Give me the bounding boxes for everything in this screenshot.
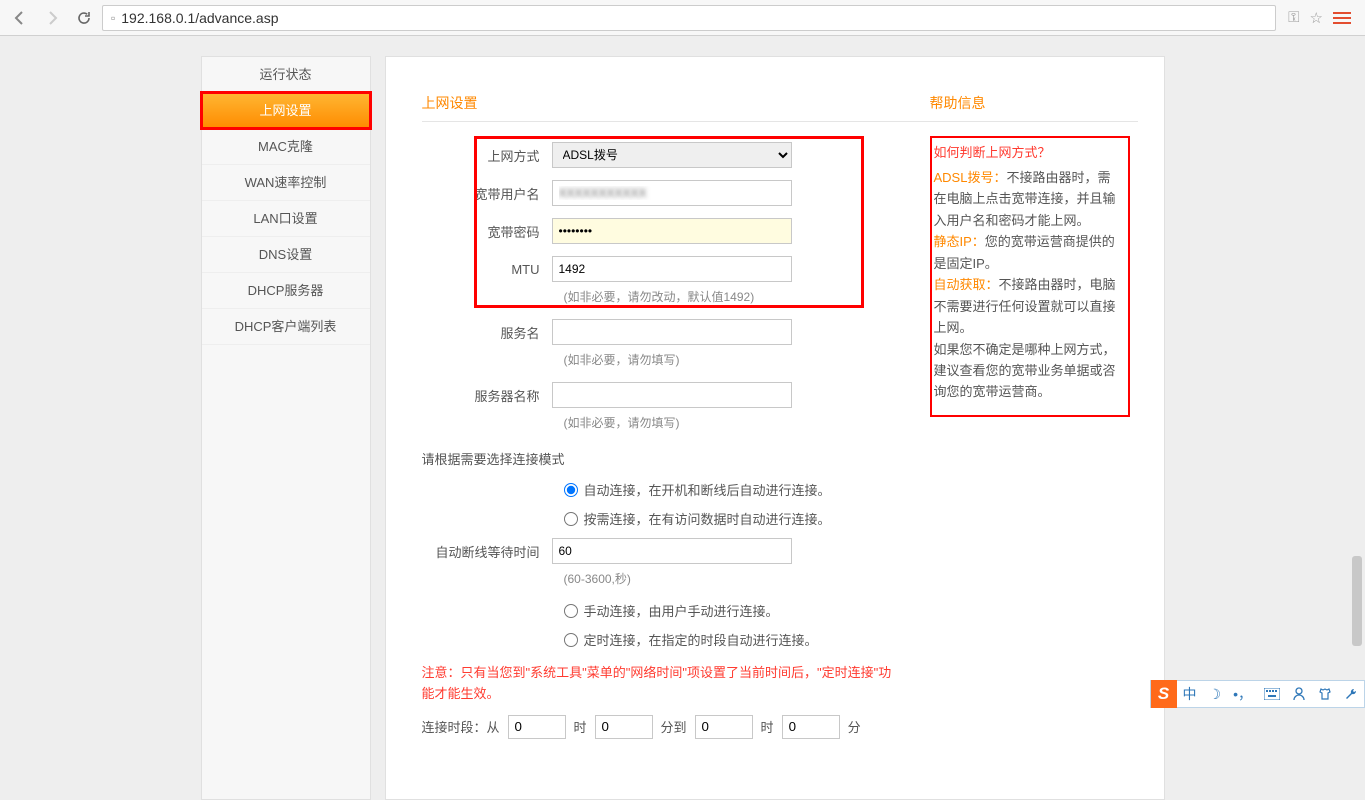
mtu-label: MTU (422, 262, 552, 277)
help-title: 帮助信息 (930, 93, 1138, 122)
ime-wrench-icon[interactable] (1338, 687, 1364, 701)
warning-text: 注意：只有当您到"系统工具"菜单的"网络时间"项设置了当前时间后，"定时连接"功… (422, 663, 902, 705)
service-label: 服务名 (422, 323, 552, 342)
idle-label: 自动断线等待时间 (422, 542, 552, 561)
menu-icon[interactable] (1333, 12, 1351, 24)
help-footer: 如果您不确定是哪种上网方式，建议查看您的宽带业务单据或咨询您的宽带运营商。 (934, 342, 1116, 400)
mtu-input[interactable] (552, 256, 792, 282)
sidebar-item-status[interactable]: 运行状态 (202, 57, 370, 93)
radio-sched[interactable] (564, 633, 578, 647)
server-label: 服务器名称 (422, 386, 552, 405)
wan-type-select[interactable]: ADSL拨号 (552, 142, 792, 168)
help-adsl-label: ADSL拨号： (934, 170, 1007, 185)
time-h1-input[interactable] (508, 715, 566, 739)
sidebar-item-label: 上网设置 (259, 103, 311, 118)
help-highlight-box: 如何判断上网方式？ ADSL拨号：不接路由器时，需在电脑上点击宽带连接，并且输入… (930, 136, 1130, 417)
sidebar-item-mac[interactable]: MAC克隆 (202, 129, 370, 165)
idle-input[interactable] (552, 538, 792, 564)
sidebar-item-wanspeed[interactable]: WAN速率控制 (202, 165, 370, 201)
address-bar[interactable]: ▫ 192.168.0.1/advance.asp (102, 5, 1276, 31)
ime-keyboard-icon[interactable] (1258, 688, 1286, 700)
sidebar-item-lan[interactable]: LAN口设置 (202, 201, 370, 237)
help-static-label: 静态IP： (934, 234, 985, 249)
main-panel: 上网设置 上网方式 ADSL拨号 宽带用户名 宽带密码 (385, 56, 1165, 800)
time-min: 分 (848, 717, 861, 736)
time-to: 分到 (661, 717, 687, 736)
help-text: ADSL拨号：不接路由器时，需在电脑上点击宽带连接，并且输入用户名和密码才能上网… (934, 167, 1122, 403)
radio-manual[interactable] (564, 604, 578, 618)
conn-mode-title: 请根据需要选择连接模式 (422, 449, 1118, 468)
radio-demand-row: 按需连接，在有访问数据时自动进行连接。 (564, 509, 1118, 528)
sidebar-item-dns[interactable]: DNS设置 (202, 237, 370, 273)
help-question: 如何判断上网方式？ (934, 142, 1122, 161)
radio-demand[interactable] (564, 512, 578, 526)
bookmark-icon[interactable]: ☆ (1310, 9, 1323, 27)
toolbar-right: ⚿ ☆ (1280, 9, 1359, 27)
ime-punct[interactable]: •， (1227, 684, 1258, 704)
scrollbar[interactable] (1350, 36, 1362, 684)
url-text: 192.168.0.1/advance.asp (121, 10, 278, 26)
key-icon[interactable]: ⚿ (1288, 9, 1299, 26)
sidebar-item-dhcpclient[interactable]: DHCP客户端列表 (202, 309, 370, 345)
ime-shirt-icon[interactable] (1312, 687, 1338, 701)
password-label: 宽带密码 (422, 222, 552, 241)
reload-button[interactable] (70, 4, 98, 32)
radio-sched-row: 定时连接，在指定的时段自动进行连接。 (564, 630, 1118, 649)
row-idle: 自动断线等待时间 (422, 538, 1118, 564)
radio-manual-label: 手动连接，由用户手动进行连接。 (584, 601, 779, 620)
sidebar-item-wan[interactable]: 上网设置 (202, 93, 370, 129)
time-row: 连接时段：从 时 分到 时 分 (422, 715, 1118, 739)
password-input[interactable] (552, 218, 792, 244)
radio-auto-label: 自动连接，在开机和断线后自动进行连接。 (584, 480, 831, 499)
sidebar-item-dhcp[interactable]: DHCP服务器 (202, 273, 370, 309)
radio-sched-label: 定时连接，在指定的时段自动进行连接。 (584, 630, 818, 649)
forward-button[interactable] (38, 4, 66, 32)
ime-user-icon[interactable] (1286, 687, 1312, 701)
radio-manual-row: 手动连接，由用户手动进行连接。 (564, 601, 1118, 620)
idle-hint: (60-3600,秒) (564, 570, 1118, 587)
sidebar: 运行状态 上网设置 MAC克隆 WAN速率控制 LAN口设置 DNS设置 DHC… (201, 56, 371, 800)
ime-cn[interactable]: 中 (1177, 684, 1203, 704)
radio-demand-label: 按需连接，在有访问数据时自动进行连接。 (584, 509, 831, 528)
service-input[interactable] (552, 319, 792, 345)
help-auto-label: 自动获取： (934, 277, 999, 292)
username-label: 宽带用户名 (422, 184, 552, 203)
time-m1-input[interactable] (595, 715, 653, 739)
time-hour-1: 时 (574, 717, 587, 736)
wan-type-label: 上网方式 (422, 146, 552, 165)
time-label: 连接时段：从 (422, 717, 500, 736)
time-h2-input[interactable] (695, 715, 753, 739)
radio-auto[interactable] (564, 483, 578, 497)
back-button[interactable] (6, 4, 34, 32)
time-m2-input[interactable] (782, 715, 840, 739)
server-input[interactable] (552, 382, 792, 408)
username-input[interactable] (552, 180, 792, 206)
sogou-icon[interactable]: S (1151, 680, 1177, 708)
radio-auto-row: 自动连接，在开机和断线后自动进行连接。 (564, 480, 1118, 499)
ime-toolbar[interactable]: S 中 ☽ •， (1150, 680, 1365, 708)
time-hour-2: 时 (761, 717, 774, 736)
help-panel: 帮助信息 如何判断上网方式？ ADSL拨号：不接路由器时，需在电脑上点击宽带连接… (930, 93, 1138, 417)
ime-moon-icon[interactable]: ☽ (1203, 686, 1228, 703)
page-icon: ▫ (111, 11, 115, 25)
section-title: 上网设置 (422, 93, 982, 122)
browser-toolbar: ▫ 192.168.0.1/advance.asp ⚿ ☆ (0, 0, 1365, 36)
